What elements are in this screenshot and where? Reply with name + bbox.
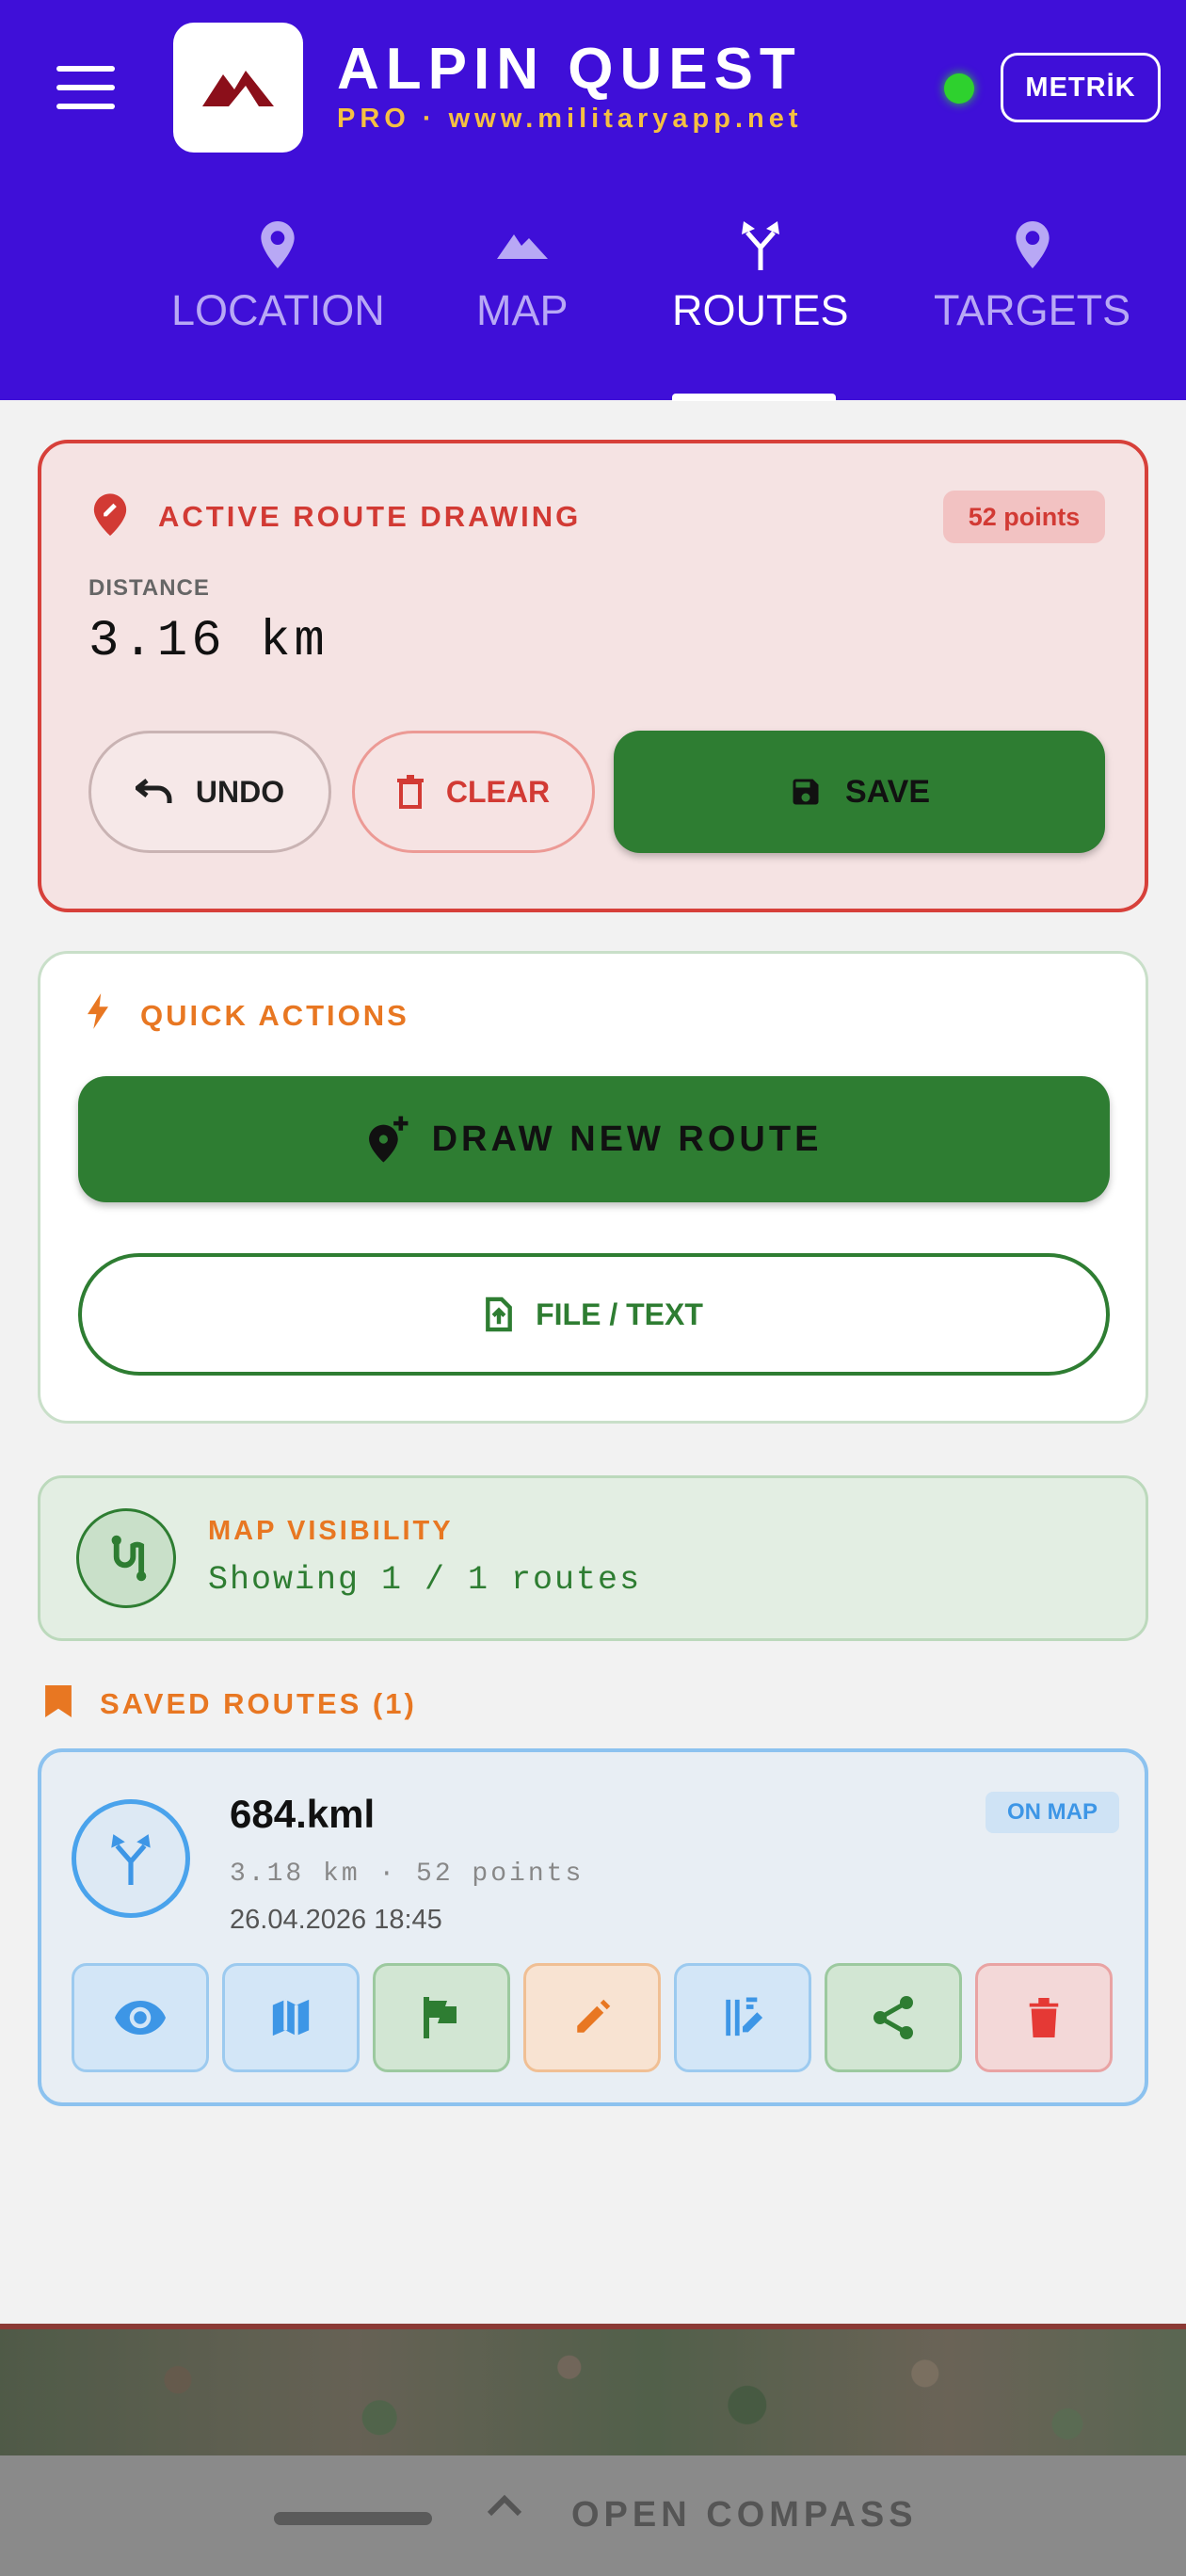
tab-label: LOCATION	[171, 286, 385, 334]
save-label: SAVE	[844, 773, 931, 810]
route-meta: 3.18 km · 52 points	[230, 1860, 585, 1889]
distance-value: 3.16 km	[88, 613, 329, 670]
add-location-icon	[368, 1116, 409, 1163]
route-date: 26.04.2026 18:45	[230, 1905, 442, 1935]
route-fork-icon	[72, 1799, 190, 1918]
connection-status-dot	[944, 73, 974, 104]
bookmark-icon	[45, 1685, 72, 1717]
points-badge: 52 points	[943, 491, 1105, 543]
edit-route-button[interactable]	[523, 1963, 661, 2072]
delete-route-button[interactable]	[975, 1963, 1113, 2072]
eye-icon	[115, 2001, 166, 2035]
app-subtitle: PRO · www.militaryapp.net	[337, 104, 803, 134]
tab-map[interactable]: MAP	[476, 217, 569, 348]
map-visibility-status: Showing 1 / 1 routes	[208, 1561, 642, 1599]
tab-label: MAP	[476, 286, 569, 334]
start-navigation-button[interactable]	[373, 1963, 510, 2072]
app-title: ALPIN QUEST	[337, 37, 802, 102]
trash-outline-icon	[396, 775, 424, 809]
active-tab-indicator	[672, 394, 836, 401]
tab-location[interactable]: LOCATION	[171, 217, 385, 348]
tab-label: ROUTES	[672, 286, 849, 334]
quick-actions-title: QUICK ACTIONS	[140, 999, 409, 1032]
map-overlay	[0, 2324, 1186, 2455]
file-text-label: FILE / TEXT	[536, 1296, 703, 1331]
edit-columns-icon	[726, 1997, 763, 2037]
open-compass-label: OPEN COMPASS	[571, 2495, 918, 2535]
save-icon	[793, 779, 819, 805]
toggle-visibility-button[interactable]	[72, 1963, 209, 2072]
lightning-icon	[88, 993, 108, 1029]
location-edit-icon	[93, 493, 127, 536]
file-upload-icon	[486, 1296, 512, 1332]
draw-new-route-button[interactable]: DRAW NEW ROUTE	[78, 1076, 1110, 1202]
open-compass-bar[interactable]: OPEN COMPASS	[0, 2455, 1186, 2576]
map-pin-icon	[261, 217, 295, 273]
route-visibility-icon	[76, 1508, 176, 1608]
tab-targets[interactable]: TARGETS	[934, 217, 1130, 348]
draw-new-route-label: DRAW NEW ROUTE	[431, 1119, 823, 1159]
menu-icon	[56, 66, 115, 72]
app-logo	[173, 23, 303, 153]
trash-icon	[1029, 1998, 1059, 2037]
active-route-card: ACTIVE ROUTE DRAWING 52 points DISTANCE …	[38, 440, 1148, 912]
route-fork-icon	[740, 217, 781, 273]
clear-button[interactable]: CLEAR	[352, 731, 595, 853]
map-pin-icon	[1015, 217, 1050, 273]
route-name: 684.kml	[230, 1792, 376, 1836]
share-icon	[873, 1996, 913, 2039]
map-visibility-card: MAP VISIBILITY Showing 1 / 1 routes	[38, 1475, 1148, 1641]
mountains-icon	[496, 217, 548, 273]
pencil-icon	[577, 1999, 611, 2033]
drag-handle[interactable]	[274, 2512, 432, 2525]
tab-label: TARGETS	[934, 286, 1131, 334]
edit-points-button[interactable]	[674, 1963, 811, 2072]
menu-button[interactable]	[56, 66, 115, 109]
undo-label: UNDO	[195, 774, 285, 809]
saved-routes-title: SAVED ROUTES (1)	[100, 1687, 417, 1720]
save-button[interactable]: SAVE	[614, 731, 1105, 853]
active-route-title: ACTIVE ROUTE DRAWING	[158, 500, 582, 533]
undo-button[interactable]: UNDO	[88, 731, 331, 853]
on-map-badge: ON MAP	[986, 1792, 1119, 1833]
show-on-map-button[interactable]	[222, 1963, 360, 2072]
distance-label: DISTANCE	[88, 575, 210, 601]
chevron-up-icon	[487, 2494, 522, 2517]
map-visibility-title: MAP VISIBILITY	[208, 1516, 454, 1546]
clear-label: CLEAR	[445, 774, 551, 809]
app-header: ALPIN QUEST PRO · www.militaryapp.net ME…	[0, 0, 1186, 401]
quick-actions-card: QUICK ACTIONS DRAW NEW ROUTE FILE / TEXT	[38, 951, 1148, 1424]
undo-icon	[135, 779, 172, 803]
share-route-button[interactable]	[825, 1963, 962, 2072]
map-icon	[272, 1999, 310, 2037]
saved-route-card[interactable]: 684.kml 3.18 km · 52 points 26.04.2026 1…	[38, 1748, 1148, 2106]
mountain-logo-icon	[202, 71, 274, 106]
metric-button[interactable]: METRİK	[1001, 53, 1161, 122]
flag-icon	[424, 1997, 457, 2038]
tab-routes[interactable]: ROUTES	[672, 217, 849, 348]
file-text-import-button[interactable]: FILE / TEXT	[78, 1253, 1110, 1376]
